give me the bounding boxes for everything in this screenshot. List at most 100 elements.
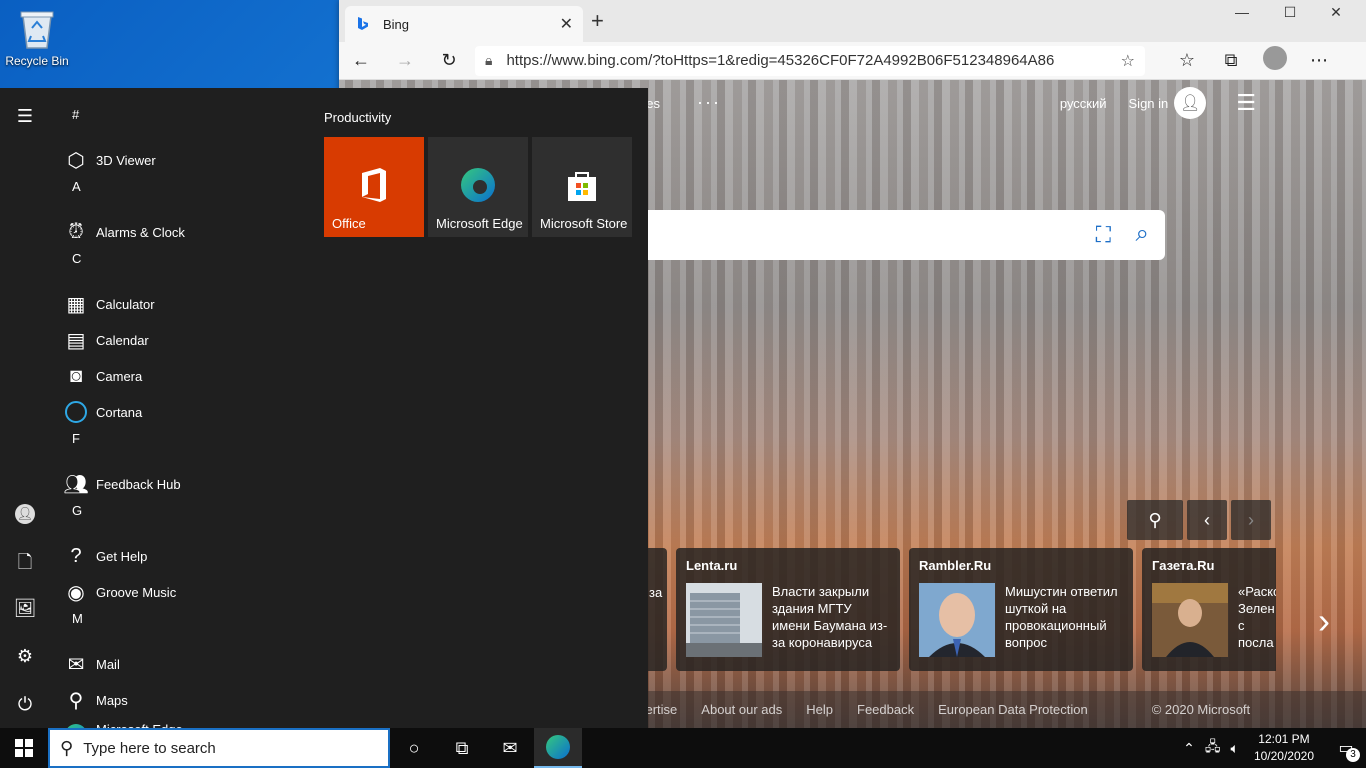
collections-icon[interactable]: ⧉ (1209, 50, 1253, 71)
footer-about-ads-link[interactable]: About our ads (701, 702, 782, 717)
language-link[interactable]: русский (1060, 96, 1107, 111)
feedback-hub-icon: 👥︎ (63, 473, 89, 496)
recycle-bin-label: Recycle Bin (5, 54, 69, 68)
tile-office[interactable]: Office (324, 137, 424, 237)
tab-close-icon[interactable]: ✕ (560, 14, 573, 34)
visual-search-icon[interactable]: ⛶ (1096, 222, 1111, 248)
footer-help-link[interactable]: Help (806, 702, 833, 717)
settings-more-icon[interactable]: ⋯ (1297, 50, 1341, 71)
app-3d-viewer[interactable]: ⬡ 3D Viewer (56, 142, 306, 178)
tab-bing[interactable]: Bing ✕ (345, 6, 583, 42)
documents-icon[interactable]: 🗋 (0, 550, 50, 580)
tab-strip: Bing ✕ + — ☐ ✕ (339, 0, 1366, 42)
section-letter[interactable]: G (56, 502, 306, 538)
tile-microsoft-store[interactable]: Microsoft Store (532, 137, 632, 237)
app-groove-music[interactable]: ◉ Groove Music (56, 574, 306, 610)
favorite-star-icon[interactable]: ☆ (1121, 51, 1135, 71)
news-card-3[interactable]: Газета.Ru «Раско Зелен с посла (1142, 548, 1276, 671)
tile-microsoft-edge[interactable]: Microsoft Edge (428, 137, 528, 237)
app-label: Calendar (96, 332, 149, 348)
maximize-icon[interactable]: ☐ (1267, 4, 1313, 21)
news-card-2[interactable]: Rambler.Ru Мишустин ответил шуткой на пр… (909, 548, 1133, 671)
app-feedback-hub[interactable]: 👥︎ Feedback Hub (56, 466, 306, 502)
user-avatar-icon[interactable]: 👤︎ (1174, 87, 1207, 119)
power-icon[interactable]: ⏻ (0, 694, 50, 715)
section-letter[interactable]: M (56, 610, 306, 646)
app-calendar[interactable]: ▤ Calendar (56, 322, 306, 358)
previous-image-icon[interactable]: ‹ (1187, 500, 1227, 540)
mail-icon[interactable]: ✉ (486, 728, 534, 768)
app-maps[interactable]: ⚲ Maps (56, 682, 306, 718)
expand-menu-icon[interactable]: ☰ (0, 106, 50, 127)
app-list: # ⬡ 3D Viewer A ⏰︎ Alarms & Clock C ▦ Ca… (56, 106, 306, 738)
settings-gear-icon[interactable]: ⚙ (0, 646, 50, 667)
close-window-icon[interactable]: ✕ (1313, 4, 1359, 21)
footer-privacy-link[interactable]: European Data Protection (938, 702, 1088, 717)
next-image-icon[interactable]: › (1231, 500, 1271, 540)
profile-icon[interactable] (1253, 46, 1297, 75)
taskbar-search-input[interactable]: ⚲ Type here to search (48, 728, 390, 768)
volume-icon[interactable]: 🔈︎ (1231, 740, 1239, 757)
bing-header-right: русский Sign in 👤︎ ☰ (1060, 80, 1366, 126)
clock-date: 10/20/2020 (1253, 749, 1314, 763)
hamburger-menu-icon[interactable]: ☰ (1236, 90, 1256, 116)
lock-icon: 🔒︎ (485, 52, 493, 68)
cortana-icon[interactable]: ○ (390, 728, 438, 768)
minimize-icon[interactable]: — (1219, 4, 1265, 20)
location-pin-icon[interactable]: ⚲ (1127, 500, 1183, 540)
mail-icon: ✉ (67, 653, 85, 676)
news-card-1[interactable]: Lenta.ru Власти закрыли здания МГТУ имен… (676, 548, 900, 671)
bing-favicon-icon (358, 17, 368, 30)
address-bar[interactable]: 🔒︎ https://www.bing.com/?toHttps=1&redig… (475, 45, 1145, 76)
tile-label: Microsoft Store (540, 216, 628, 231)
app-label: Mail (96, 656, 120, 672)
section-letter[interactable]: A (56, 178, 306, 214)
account-icon[interactable]: 👤︎ (0, 502, 50, 524)
app-label: 3D Viewer (96, 152, 156, 168)
app-calculator[interactable]: ▦ Calculator (56, 286, 306, 322)
app-label: Cortana (96, 404, 143, 420)
news-next-icon[interactable]: › (1318, 600, 1330, 642)
refresh-icon[interactable]: ↻ (427, 50, 471, 71)
more-nav-icon[interactable]: ··· (697, 92, 721, 113)
footer-feedback-link[interactable]: Feedback (857, 702, 914, 717)
network-icon[interactable]: 🖧︎ (1205, 736, 1221, 760)
start-rail: ☰ 👤︎ 🗋 🖼︎ ⚙ ⏻ (0, 88, 50, 728)
start-button[interactable] (0, 728, 48, 768)
recycle-bin-shortcut[interactable]: Recycle Bin (4, 6, 70, 68)
get-help-icon: ? (70, 544, 82, 567)
news-thumbnail (1152, 583, 1228, 657)
clock-time: 12:01 PM (1258, 732, 1310, 746)
app-alarms-clock[interactable]: ⏰︎ Alarms & Clock (56, 214, 306, 250)
section-letter[interactable]: C (56, 250, 306, 286)
edge-taskbar-icon[interactable] (534, 728, 582, 768)
tile-label: Microsoft Edge (436, 216, 523, 231)
app-mail[interactable]: ✉ Mail (56, 646, 306, 682)
app-get-help[interactable]: ? Get Help (56, 538, 306, 574)
store-bag-icon (568, 172, 596, 201)
office-icon (362, 168, 386, 202)
news-headline: за (649, 585, 663, 600)
search-icon[interactable]: ⌕ (1136, 220, 1149, 248)
notification-badge: 3 (1346, 748, 1360, 762)
chevron-up-icon[interactable]: ⌃ (1183, 740, 1195, 757)
task-view-icon[interactable]: ⧉ (438, 728, 486, 768)
new-tab-icon[interactable]: + (591, 10, 604, 32)
pictures-icon[interactable]: 🖼︎ (0, 598, 50, 619)
favorites-icon[interactable]: ☆ (1165, 50, 1209, 71)
section-letter[interactable]: # (56, 106, 306, 142)
forward-icon[interactable]: → (383, 50, 427, 71)
tile-group-title[interactable]: Productivity (324, 110, 391, 125)
camera-icon: ◙ (69, 364, 83, 387)
news-headline: «Раско Зелен с посла (1238, 584, 1276, 650)
app-cortana[interactable]: Cortana (56, 394, 306, 430)
section-letter[interactable]: F (56, 430, 306, 466)
action-center-icon[interactable]: ▭ 3 (1326, 738, 1366, 762)
news-source: Rambler.Ru (919, 558, 992, 573)
clock[interactable]: 12:01 PM 10/20/2020 (1254, 731, 1314, 765)
back-icon[interactable]: ← (339, 50, 383, 71)
browser-toolbar: ← → ↻ 🔒︎ https://www.bing.com/?toHttps=1… (339, 42, 1366, 80)
bing-search-input[interactable]: ⛶ ⌕ (599, 210, 1165, 260)
signin-link[interactable]: Sign in (1129, 96, 1169, 111)
app-camera[interactable]: ◙ Camera (56, 358, 306, 394)
